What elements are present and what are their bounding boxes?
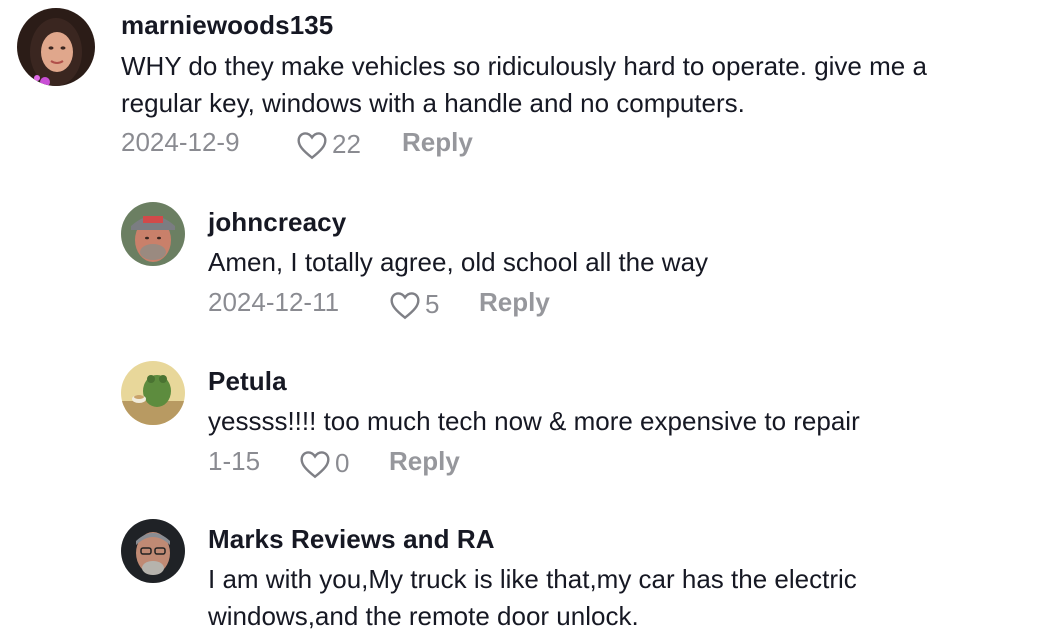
user-avatar[interactable] — [121, 202, 185, 266]
like-count: 0 — [335, 448, 350, 478]
comment-text: I am with you,My truck is like that,my c… — [208, 561, 857, 635]
comment-username[interactable]: marniewoods135 — [121, 10, 333, 41]
like-button[interactable]: 5 — [389, 289, 439, 320]
reply-button[interactable]: Reply — [389, 446, 460, 477]
heart-icon — [390, 291, 420, 319]
like-button[interactable]: 0 — [299, 448, 349, 479]
comment-text-line: I am with you,My truck is like that,my c… — [208, 564, 857, 594]
comment-text: yessss!!!! too much tech now & more expe… — [208, 403, 860, 440]
like-count: 22 — [332, 129, 361, 159]
comment-text-line: WHY do they make vehicles so ridiculousl… — [121, 51, 927, 81]
comment-text-line: regular key, windows with a handle and n… — [121, 88, 745, 118]
reply-button[interactable]: Reply — [402, 127, 473, 158]
reply-button[interactable]: Reply — [479, 287, 550, 318]
comment-text-line: yessss!!!! too much tech now & more expe… — [208, 406, 860, 436]
like-button[interactable]: 22 — [296, 129, 361, 160]
user-avatar[interactable] — [17, 8, 95, 86]
comment-text-line: Amen, I totally agree, old school all th… — [208, 247, 709, 277]
comment-username[interactable]: Marks Reviews and RA — [208, 524, 495, 555]
comment-username[interactable]: johncreacy — [208, 207, 346, 238]
comment-text-line: windows,and the remote door unlock. — [208, 601, 639, 631]
user-avatar[interactable] — [121, 361, 185, 425]
heart-icon — [297, 131, 327, 159]
comment-date: 2024-12-11 — [208, 287, 340, 317]
comment-text: WHY do they make vehicles so ridiculousl… — [121, 48, 927, 122]
comment-text: Amen, I totally agree, old school all th… — [208, 244, 708, 281]
comment-date: 2024-12-9 — [121, 127, 240, 157]
like-count: 5 — [425, 289, 440, 319]
user-avatar[interactable] — [121, 519, 185, 583]
comment-username[interactable]: Petula — [208, 366, 287, 397]
heart-icon — [300, 450, 330, 478]
comment-date: 1-15 — [208, 446, 261, 476]
